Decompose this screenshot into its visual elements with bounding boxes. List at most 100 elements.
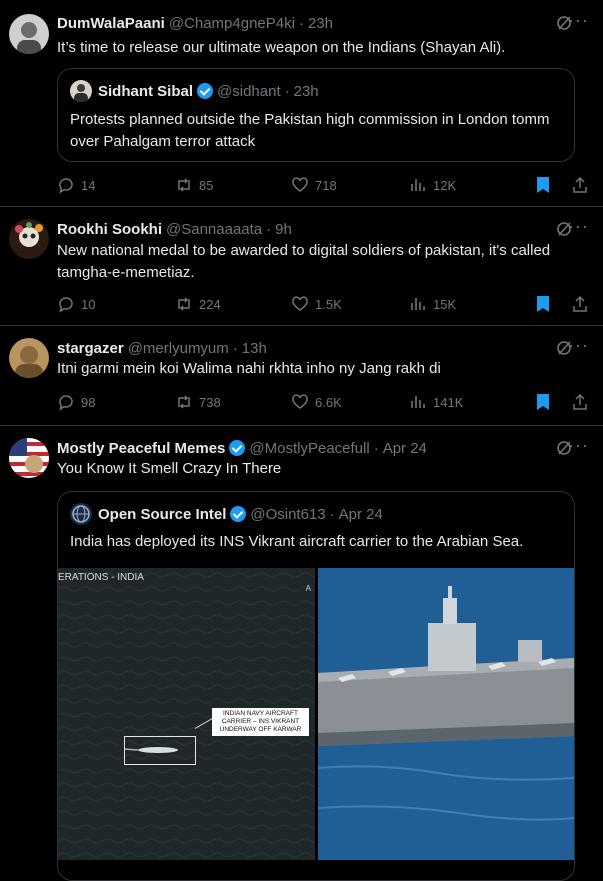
views-button[interactable]: 141K (409, 393, 463, 411)
repost-icon (178, 178, 190, 192)
heart-icon (292, 296, 308, 311)
action-bar: 10 224 1.5K 15K (57, 295, 589, 315)
reply-button[interactable]: 14 (57, 176, 95, 194)
author-handle[interactable]: @MostlyPeacefull (249, 440, 369, 457)
timestamp[interactable]: 13h (242, 340, 267, 357)
reply-icon (59, 297, 73, 313)
tweet-header: DumWalaPaani @Champ4gneP4ki · 23h (57, 13, 603, 33)
separator-dot: · (284, 82, 290, 100)
timestamp[interactable]: Apr 24 (383, 440, 427, 457)
repost-button[interactable]: 224 (175, 295, 221, 313)
carrier-photo[interactable] (318, 568, 574, 860)
author-handle[interactable]: @Champ4gneP4ki (169, 15, 295, 32)
tweet-text: New national medal to be awarded to digi… (57, 242, 551, 281)
quote-timestamp: 23h (293, 82, 319, 100)
share-icon[interactable] (571, 295, 589, 317)
avatar[interactable] (9, 14, 49, 54)
more-icon[interactable]: ··· (568, 10, 589, 31)
reply-button[interactable]: 10 (57, 295, 95, 313)
reply-button[interactable]: 98 (57, 393, 95, 411)
tweet-text: Itni garmi mein koi Walima nahi rkhta in… (57, 360, 441, 377)
media-annotation: INDIAN NAVY AIRCRAFT CARRIER – INS VIKRA… (212, 708, 309, 736)
repost-count: 224 (199, 296, 221, 312)
quote-author-name: Sidhant Sibal (98, 82, 194, 100)
timestamp[interactable]: 23h (308, 15, 333, 32)
views-button[interactable]: 15K (409, 295, 456, 313)
tweet[interactable]: stargazer @merlyumyum · 13h ··· Itni gar… (0, 326, 603, 426)
quote-avatar (70, 80, 92, 102)
views-button[interactable]: 12K (409, 176, 456, 194)
reply-icon (59, 178, 73, 194)
author-name[interactable]: DumWalaPaani (57, 15, 165, 32)
repost-count: 85 (199, 177, 214, 193)
media-grid[interactable]: ERATIONS - INDIA A INDIAN NAVY AIRCRAFT … (58, 568, 574, 860)
like-count: 6.6K (315, 394, 342, 410)
reply-count: 98 (81, 394, 96, 410)
tweet[interactable]: DumWalaPaani @Champ4gneP4ki · 23h ··· It… (0, 0, 603, 207)
repost-button[interactable]: 738 (175, 393, 221, 411)
repost-button[interactable]: 85 (175, 176, 213, 194)
separator-dot: · (266, 220, 272, 238)
quote-timestamp: Apr 24 (338, 505, 383, 523)
quote-header: Open Source Intel @Osint613 · Apr 24 (70, 503, 383, 525)
views-count: 12K (433, 177, 457, 193)
views-icon (411, 179, 425, 191)
ship-highlight-box (124, 736, 196, 765)
bookmark-icon[interactable] (535, 176, 551, 198)
quoted-tweet[interactable]: Sidhant Sibal @sidhant · 23h Protests pl… (57, 68, 575, 162)
separator-dot: · (298, 14, 304, 32)
author-name[interactable]: Mostly Peaceful Memes (57, 440, 225, 457)
avatar[interactable] (9, 219, 49, 259)
author-handle[interactable]: @Sannaaaata (166, 221, 262, 238)
action-bar: 98 738 6.6K 141K (57, 393, 589, 413)
avatar[interactable] (9, 338, 49, 378)
views-count: 15K (433, 296, 457, 312)
quote-author-name: Open Source Intel (98, 505, 227, 523)
action-bar: 14 85 718 12K (57, 176, 589, 196)
bookmark-icon[interactable] (535, 295, 551, 317)
separator-dot: · (373, 439, 379, 457)
more-icon[interactable]: ··· (568, 216, 589, 237)
satellite-image[interactable]: ERATIONS - INDIA A INDIAN NAVY AIRCRAFT … (58, 568, 315, 860)
quote-text: India has deployed its INS Vikrant aircr… (70, 533, 524, 550)
media-corner-text: A (305, 584, 311, 593)
quote-author-handle: @Osint613 (250, 505, 326, 523)
quote-header: Sidhant Sibal @sidhant · 23h (70, 80, 319, 102)
share-icon[interactable] (571, 176, 589, 198)
heart-icon (292, 177, 308, 192)
views-icon (411, 298, 425, 310)
media-caption: ERATIONS - INDIA (58, 572, 144, 583)
tweet[interactable]: Mostly Peaceful Memes @MostlyPeacefull ·… (0, 426, 603, 881)
quote-text: Protests planned outside the Pakistan hi… (70, 111, 550, 150)
author-handle[interactable]: @merlyumyum (128, 340, 229, 357)
views-icon (411, 396, 425, 408)
timeline-feed: DumWalaPaani @Champ4gneP4ki · 23h ··· It… (0, 0, 603, 881)
views-count: 141K (433, 394, 464, 410)
timestamp[interactable]: 9h (275, 221, 292, 238)
reply-count: 10 (81, 296, 96, 312)
tweet-header: Rookhi Sookhi @Sannaaaata · 9h (57, 219, 603, 239)
quoted-tweet[interactable]: Open Source Intel @Osint613 · Apr 24 Ind… (57, 491, 575, 881)
like-count: 718 (315, 177, 337, 193)
share-icon[interactable] (571, 393, 589, 415)
heart-icon (292, 394, 308, 409)
like-button[interactable]: 6.6K (291, 393, 342, 411)
quote-author-handle: @sidhant (217, 82, 281, 100)
reply-count: 14 (81, 177, 96, 193)
avatar[interactable] (9, 438, 49, 478)
bookmark-icon[interactable] (535, 393, 551, 415)
author-name[interactable]: stargazer (57, 340, 124, 357)
quote-avatar (70, 503, 92, 525)
more-icon[interactable]: ··· (568, 435, 589, 456)
like-count: 1.5K (315, 296, 342, 312)
verified-icon (197, 83, 214, 99)
tweet-header: stargazer @merlyumyum · 13h (57, 338, 603, 358)
like-button[interactable]: 1.5K (291, 295, 342, 313)
like-button[interactable]: 718 (291, 176, 337, 194)
more-icon[interactable]: ··· (568, 335, 589, 356)
tweet[interactable]: Rookhi Sookhi @Sannaaaata · 9h ··· New n… (0, 207, 603, 326)
author-name[interactable]: Rookhi Sookhi (57, 221, 162, 238)
repost-count: 738 (199, 394, 221, 410)
verified-icon (230, 506, 247, 522)
verified-icon (229, 440, 246, 456)
